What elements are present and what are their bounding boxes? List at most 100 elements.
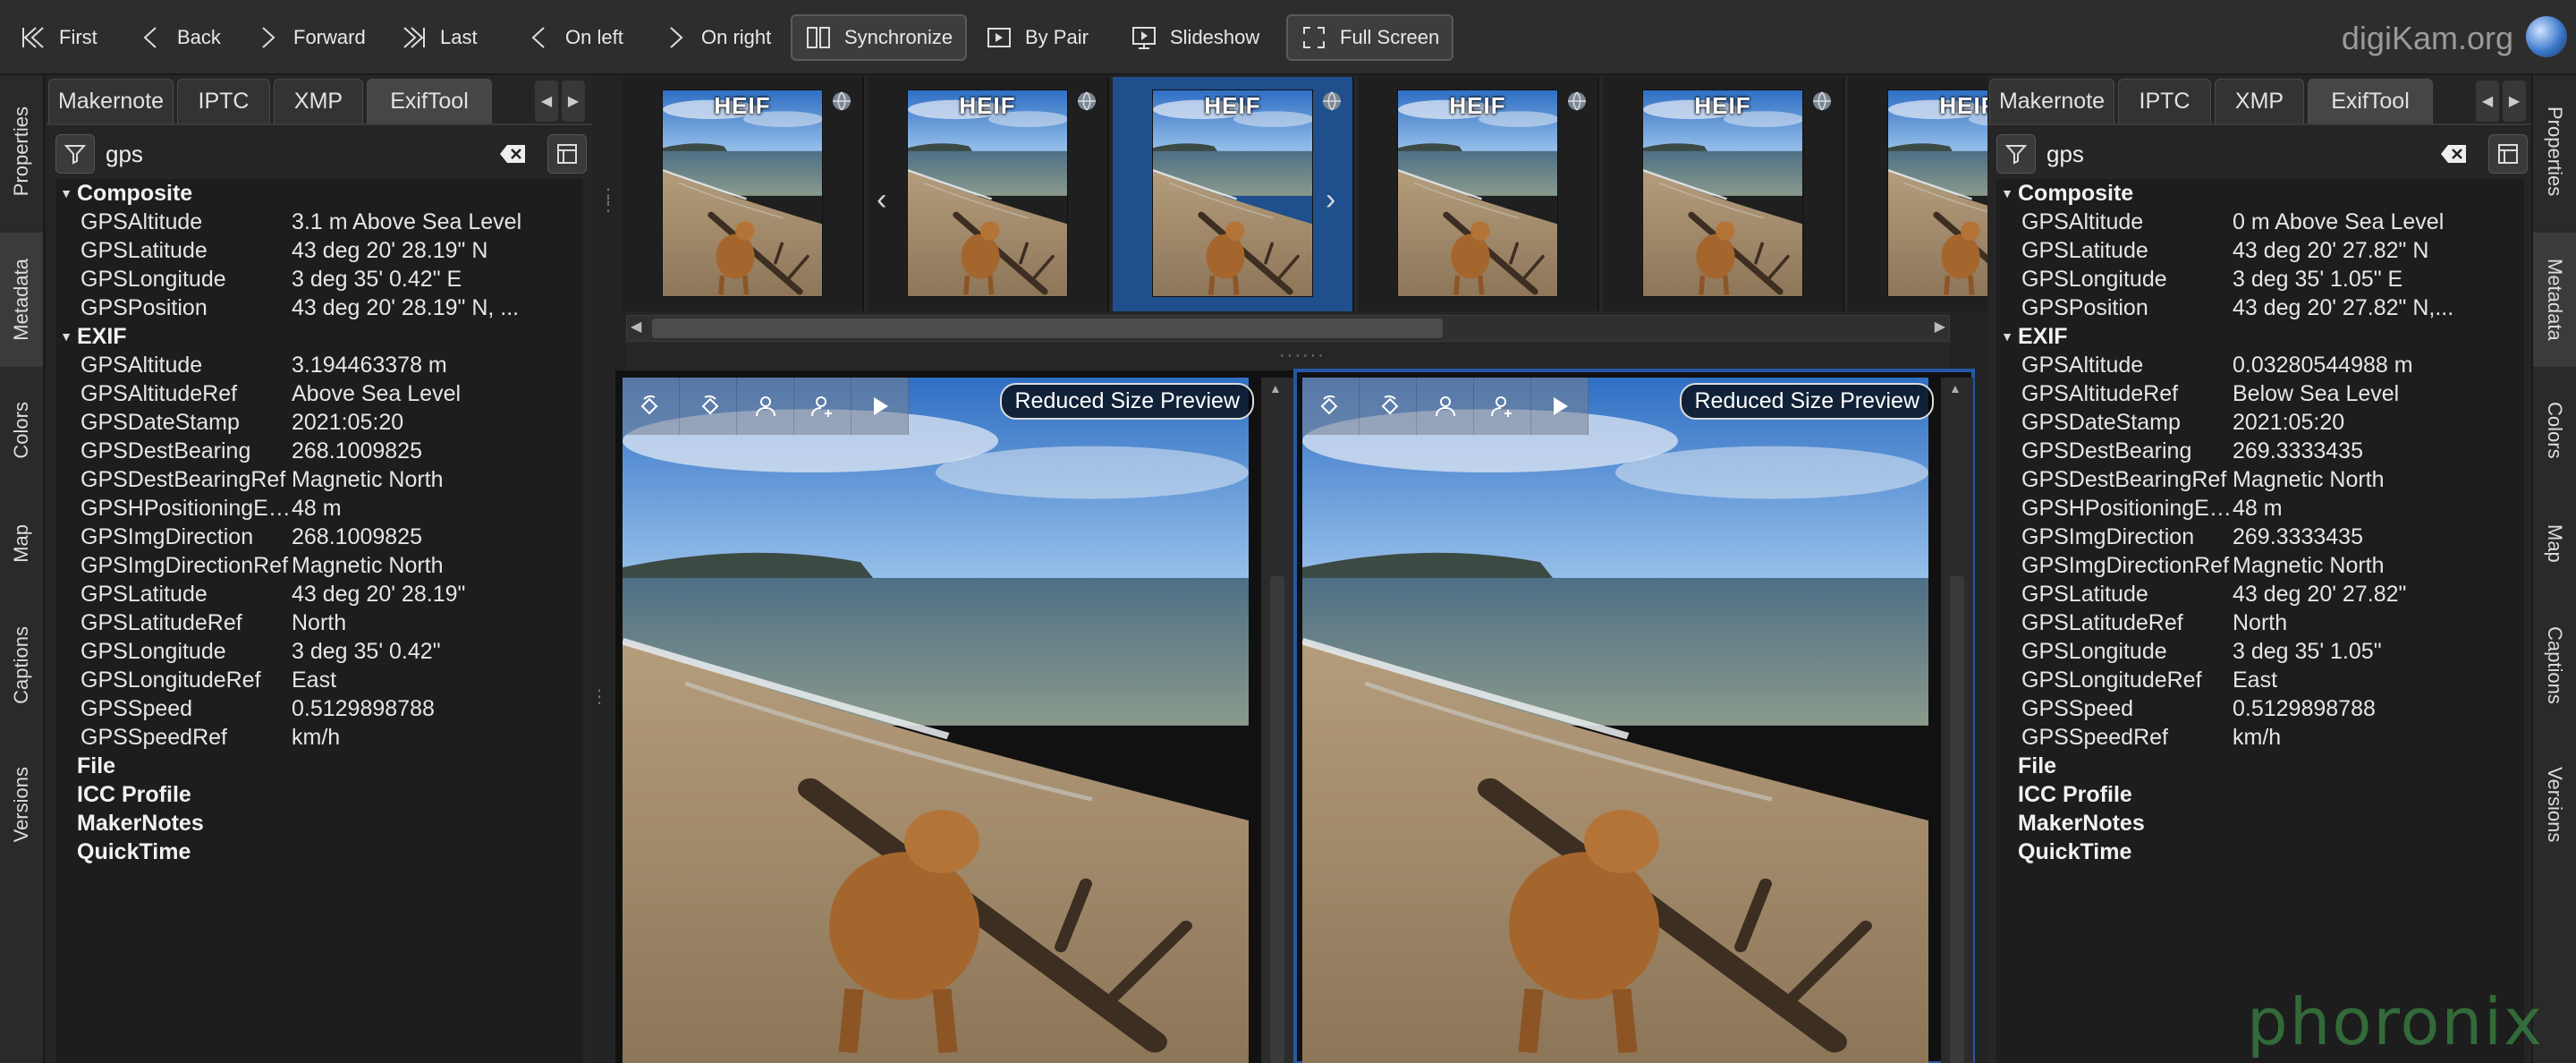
metadata-row[interactable]: GPSLongitude 3 deg 35' 0.42" E	[55, 265, 583, 293]
chevron-left-icon[interactable]: ‹	[877, 183, 886, 217]
splitter-handle[interactable]: ······	[1279, 345, 1326, 366]
tab-xmp[interactable]: XMP	[274, 79, 363, 123]
metadata-group[interactable]: ICC Profile	[1996, 780, 2524, 809]
metadata-row[interactable]: GPSSpeed 0.5129898788	[1996, 694, 2524, 723]
tab-metadata-right[interactable]: Metadata	[2533, 233, 2576, 367]
add-face-icon[interactable]	[794, 378, 852, 435]
back-button[interactable]: Back	[123, 14, 235, 61]
metadata-row[interactable]: GPSHPositioningEr... 48 m	[55, 494, 583, 523]
scrollbar-handle[interactable]	[652, 319, 1443, 338]
play-icon[interactable]	[1531, 378, 1589, 435]
tab-colors-right[interactable]: Colors	[2533, 372, 2576, 489]
metadata-row[interactable]: GPSAltitude 3.194463378 m	[55, 351, 583, 379]
tab-makernote[interactable]: Makernote	[1989, 79, 2114, 123]
metadata-row[interactable]: GPSPosition 43 deg 20' 27.82" N,...	[1996, 293, 2524, 322]
first-button[interactable]: First	[5, 14, 112, 61]
metadata-row[interactable]: GPSHPositioningEr... 48 m	[1996, 494, 2524, 523]
metadata-row[interactable]: GPSImgDirectionRef Magnetic North	[1996, 551, 2524, 580]
metadata-row[interactable]: GPSAltitudeRef Above Sea Level	[55, 379, 583, 408]
metadata-row[interactable]: GPSDateStamp 2021:05:20	[55, 408, 583, 437]
tab-versions-left[interactable]: Versions	[0, 737, 43, 872]
full-screen-button[interactable]: Full Screen	[1286, 14, 1454, 61]
rotate-right-icon[interactable]	[680, 378, 737, 435]
tab-scroll-right[interactable]: ▶	[562, 81, 585, 122]
clear-icon[interactable]	[497, 141, 528, 166]
by-pair-button[interactable]: By Pair	[971, 14, 1103, 61]
brand-text[interactable]: digiKam.org	[2342, 20, 2513, 57]
metadata-row[interactable]: GPSDestBearingRef Magnetic North	[1996, 465, 2524, 494]
preview-scrollbar-right[interactable]: ▲	[1941, 378, 1973, 1063]
metadata-group[interactable]: File	[55, 752, 583, 780]
metadata-row[interactable]: GPSLatitude 43 deg 20' 27.82" N	[1996, 236, 2524, 265]
tab-map-left[interactable]: Map	[0, 494, 43, 592]
splitter-handle-center[interactable]: ⋮	[590, 688, 608, 706]
preview-scrollbar-left[interactable]: ▲	[1261, 378, 1293, 1063]
tab-captions-right[interactable]: Captions	[2533, 598, 2576, 732]
forward-button[interactable]: Forward	[240, 14, 380, 61]
preview-right[interactable]: ▲ Reduced Size Preview	[1293, 369, 1975, 1063]
metadata-row[interactable]: GPSSpeed 0.5129898788	[55, 694, 583, 723]
preview-left[interactable]: ▲ Reduced Size Preview	[615, 370, 1293, 1063]
person-icon[interactable]	[737, 378, 794, 435]
tab-scroll-right[interactable]: ▶	[2503, 81, 2526, 122]
metadata-row[interactable]: GPSAltitudeRef Below Sea Level	[1996, 379, 2524, 408]
metadata-row[interactable]: GPSPosition 43 deg 20' 28.19" N, ...	[55, 293, 583, 322]
rotate-right-icon[interactable]	[1360, 378, 1417, 435]
scroll-left-icon[interactable]: ◀	[631, 318, 641, 336]
tab-properties-right[interactable]: Properties	[2533, 75, 2576, 227]
last-button[interactable]: Last	[386, 14, 492, 61]
metadata-row[interactable]: GPSLongitudeRef East	[55, 666, 583, 694]
scroll-right-icon[interactable]: ▶	[1935, 318, 1945, 336]
group-composite[interactable]: ▼ Composite	[1996, 179, 2524, 208]
metadata-group[interactable]: File	[1996, 752, 2524, 780]
metadata-row[interactable]: GPSImgDirection 268.1009825	[55, 523, 583, 551]
metadata-row[interactable]: GPSLatitudeRef North	[55, 608, 583, 637]
metadata-row[interactable]: GPSLongitude 3 deg 35' 1.05" E	[1996, 265, 2524, 293]
tab-captions-left[interactable]: Captions	[0, 598, 43, 732]
metadata-row[interactable]: GPSDestBearing 268.1009825	[55, 437, 583, 465]
metadata-group[interactable]: ICC Profile	[55, 780, 583, 809]
chevron-right-icon[interactable]: ›	[1326, 183, 1335, 217]
metadata-row[interactable]: GPSSpeedRef km/h	[55, 723, 583, 752]
metadata-row[interactable]: GPSDestBearingRef Magnetic North	[55, 465, 583, 494]
group-exif[interactable]: ▼ EXIF	[55, 322, 583, 351]
settings-icon[interactable]	[547, 134, 587, 174]
tab-properties-left[interactable]: Properties	[0, 75, 43, 227]
metadata-row[interactable]: GPSDateStamp 2021:05:20	[1996, 408, 2524, 437]
synchronize-button[interactable]: Synchronize	[791, 14, 968, 61]
thumbnail-item[interactable]: HEIF ›	[1113, 77, 1354, 311]
metadata-row[interactable]: GPSDestBearing 269.3333435	[1996, 437, 2524, 465]
person-icon[interactable]	[1417, 378, 1474, 435]
tab-map-right[interactable]: Map	[2533, 494, 2576, 592]
search-input[interactable]	[2041, 134, 2470, 174]
search-input[interactable]	[100, 134, 530, 174]
tab-versions-right[interactable]: Versions	[2533, 737, 2576, 872]
thumbnail-item[interactable]: HEIF	[1603, 77, 1844, 311]
settings-icon[interactable]	[2488, 134, 2528, 174]
metadata-row[interactable]: GPSImgDirectionRef Magnetic North	[55, 551, 583, 580]
splitter-handle-left[interactable]: ⋮ ⋮	[599, 187, 617, 214]
tab-exiftool[interactable]: ExifTool	[367, 79, 492, 123]
play-icon[interactable]	[852, 378, 909, 435]
tab-colors-left[interactable]: Colors	[0, 372, 43, 489]
clear-icon[interactable]	[2438, 141, 2469, 166]
tab-iptc[interactable]: IPTC	[2118, 79, 2211, 123]
group-composite[interactable]: ▼ Composite	[55, 179, 583, 208]
tab-metadata-left[interactable]: Metadata	[0, 233, 43, 367]
metadata-group[interactable]: MakerNotes	[1996, 809, 2524, 838]
metadata-row[interactable]: GPSAltitude 0.03280544988 m	[1996, 351, 2524, 379]
metadata-row[interactable]: GPSAltitude 3.1 m Above Sea Level	[55, 208, 583, 236]
on-left-button[interactable]: On left	[512, 14, 638, 61]
slideshow-button[interactable]: Slideshow	[1116, 14, 1274, 61]
rotate-left-icon[interactable]	[623, 378, 680, 435]
filter-icon[interactable]	[55, 134, 95, 174]
metadata-row[interactable]: GPSLongitude 3 deg 35' 1.05"	[1996, 637, 2524, 666]
add-face-icon[interactable]	[1474, 378, 1531, 435]
metadata-group[interactable]: QuickTime	[55, 838, 583, 866]
tab-makernote[interactable]: Makernote	[48, 79, 174, 123]
metadata-row[interactable]: GPSLongitude 3 deg 35' 0.42"	[55, 637, 583, 666]
thumbnail-item[interactable]: HEIF	[1358, 77, 1599, 311]
tab-xmp[interactable]: XMP	[2215, 79, 2304, 123]
thumbnail-item[interactable]: HEIF	[623, 77, 864, 311]
tab-scroll-left[interactable]: ◀	[2476, 81, 2499, 122]
